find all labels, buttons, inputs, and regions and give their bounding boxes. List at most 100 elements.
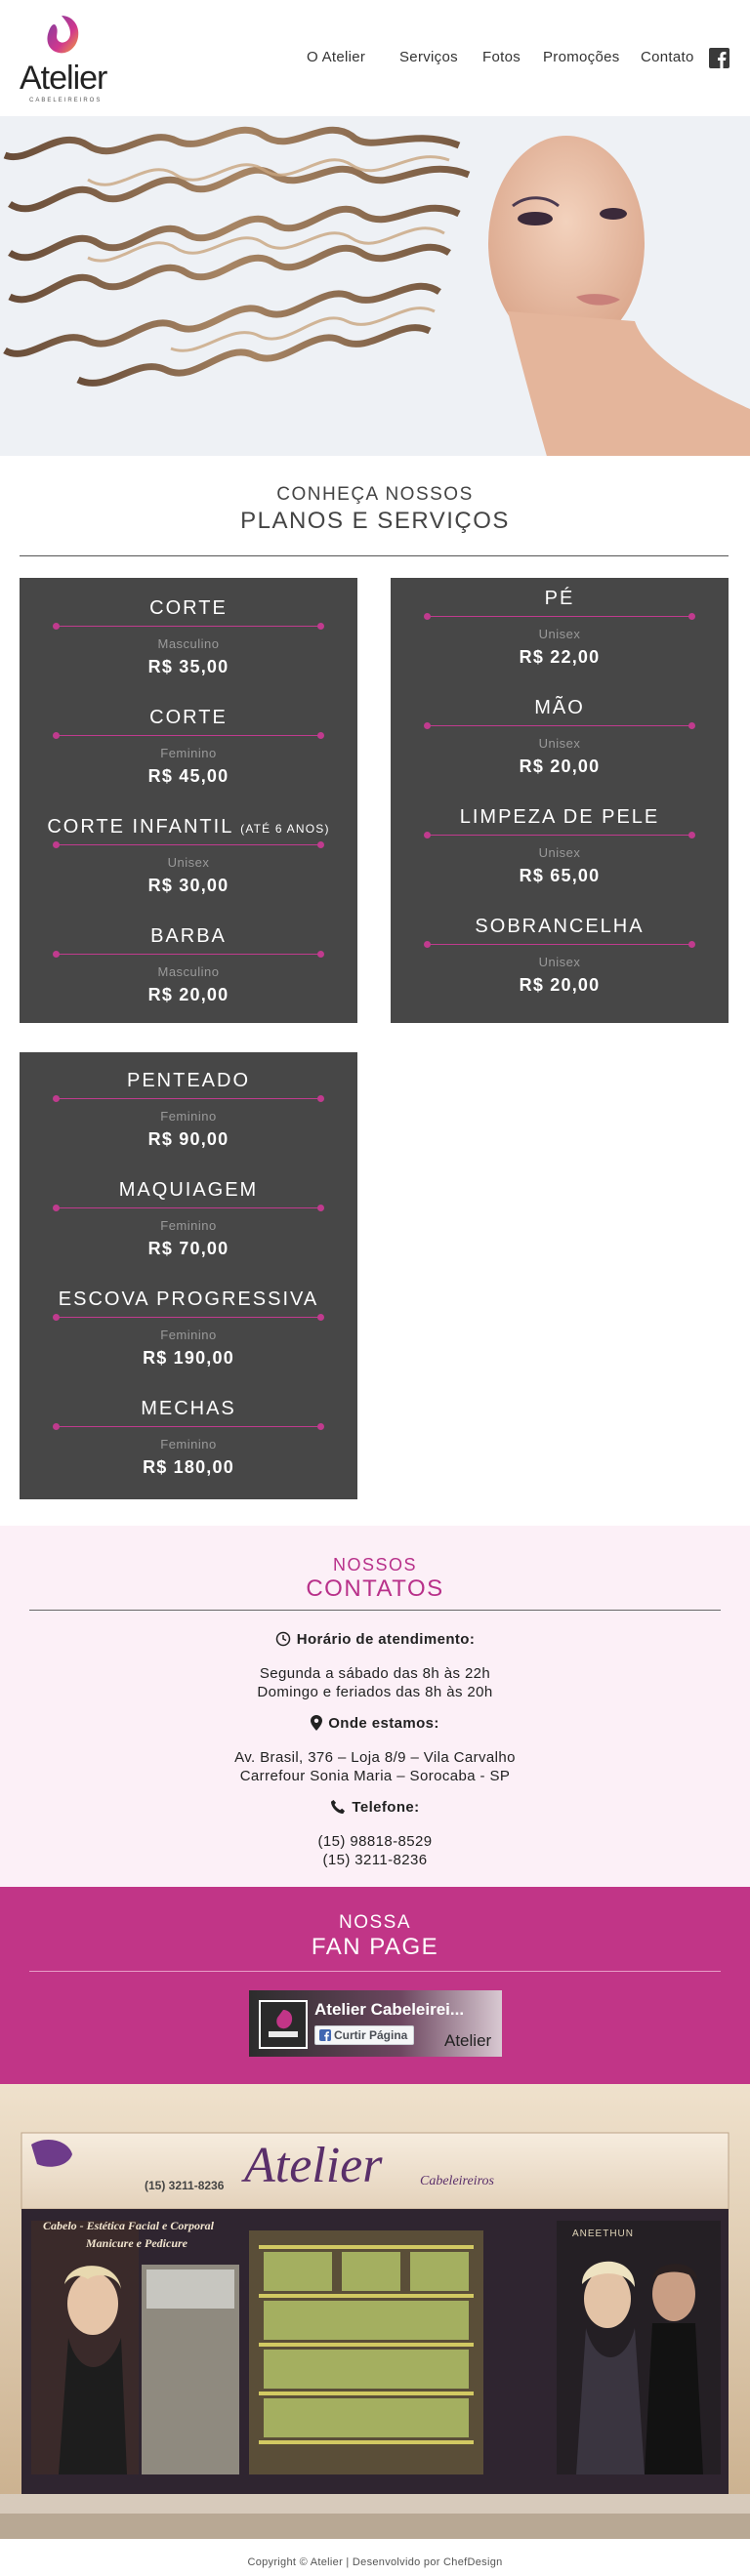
service-name: CORTE <box>149 597 228 619</box>
hours-line-2: Domingo e feriados das 8h às 20h <box>257 1684 493 1700</box>
service-name: BARBA <box>150 925 227 947</box>
service-item: SOBRANCELHA Unisex R$ 20,00 <box>391 916 729 996</box>
service-name: MÃO <box>534 697 585 718</box>
service-item: PENTEADO Feminino R$ 90,00 <box>20 1070 357 1150</box>
service-name: PENTEADO <box>126 1070 251 1091</box>
service-category: Unisex <box>538 955 581 969</box>
service-divider <box>53 1205 324 1211</box>
service-name: LIMPEZA DE PELE <box>459 806 660 828</box>
facebook-icon[interactable] <box>709 48 729 68</box>
phone-number-2[interactable]: (15) 3211-8236 <box>0 1852 750 1868</box>
hours-heading: Horário de atendimento: <box>0 1631 750 1648</box>
fanpage-section: NOSSA FAN PAGE Atelier Cabeleirei... Cur… <box>0 1887 750 2084</box>
phone-number-1[interactable]: (15) 98818-8529 <box>0 1833 750 1850</box>
contacts-divider <box>29 1610 721 1611</box>
service-price: R$ 90,00 <box>147 1129 229 1149</box>
service-divider <box>53 623 324 630</box>
services-kicker: CONHEÇA NOSSOS <box>276 484 474 505</box>
address-line-1: Av. Brasil, 376 – Loja 8/9 – Vila Carval… <box>234 1749 516 1766</box>
nav-contato[interactable]: Contato <box>641 49 694 65</box>
facebook-page-widget[interactable]: Atelier Cabeleirei... Curtir Página Atel… <box>249 1990 502 2057</box>
widget-cover-logo: Atelier <box>444 2031 492 2050</box>
hours-line-1: Segunda a sábado das 8h às 22h <box>259 1665 491 1682</box>
widget-page-avatar[interactable] <box>259 2000 308 2049</box>
phone-heading: Telefone: <box>0 1799 750 1816</box>
services-divider <box>20 555 729 556</box>
storefront-phone: (15) 3211-8236 <box>145 2179 225 2192</box>
service-price: R$ 22,00 <box>519 647 601 667</box>
service-price: R$ 30,00 <box>147 876 229 895</box>
service-name: ESCOVA PROGRESSIVA <box>58 1288 319 1310</box>
contacts-title: CONTATOS <box>306 1575 444 1602</box>
service-category: Unisex <box>538 845 581 860</box>
service-price: R$ 20,00 <box>519 756 601 776</box>
copyright-text: Copyright © Atelier | Desenvolvido por C… <box>247 2556 503 2568</box>
hero-image <box>0 116 750 456</box>
service-category: Unisex <box>538 627 581 641</box>
nav-promocoes[interactable]: Promoções <box>543 49 620 65</box>
widget-page-name[interactable]: Atelier Cabeleirei... <box>314 2000 464 2020</box>
address-label: Onde estamos: <box>328 1715 439 1732</box>
service-divider <box>53 841 324 848</box>
nav-fotos[interactable]: Fotos <box>482 49 521 65</box>
service-item: PÉ Unisex R$ 22,00 <box>391 588 729 668</box>
contacts-section: NOSSOS CONTATOS Horário de atendimento: … <box>0 1526 750 1887</box>
services-card-2: PÉ Unisex R$ 22,00 MÃO Unisex R$ 20,00 L… <box>391 578 729 1023</box>
service-divider <box>53 1095 324 1102</box>
service-category: Masculino <box>157 636 220 651</box>
service-divider <box>53 1423 324 1430</box>
service-price: R$ 35,00 <box>147 657 229 676</box>
hero-banner <box>0 116 750 456</box>
service-divider <box>53 1314 324 1321</box>
service-category: Feminino <box>160 746 217 760</box>
service-item: ESCOVA PROGRESSIVA Feminino R$ 190,00 <box>20 1288 357 1369</box>
like-button-label: Curtir Página <box>334 2028 408 2042</box>
service-name-note: (ATÉ 6 ANOS) <box>240 822 330 836</box>
service-name: PÉ <box>544 588 575 609</box>
phone-label: Telefone: <box>352 1799 420 1816</box>
storefront-tagline-1: Cabelo - Estética Facial e Corporal <box>43 2219 214 2232</box>
fanpage-heading: NOSSA FAN PAGE <box>0 1912 750 1961</box>
contacts-kicker: NOSSOS <box>332 1555 418 1574</box>
services-heading: CONHEÇA NOSSOS PLANOS E SERVIÇOS <box>0 484 750 535</box>
storefront-photo: Atelier Cabeleireiros (15) 3211-8236 Cab… <box>0 2084 750 2539</box>
service-category: Feminino <box>160 1218 217 1233</box>
services-card-3: PENTEADO Feminino R$ 90,00 MAQUIAGEM Fem… <box>20 1052 357 1499</box>
service-item: CORTE INFANTIL (ATÉ 6 ANOS) Unisex R$ 30… <box>20 816 357 896</box>
service-name: MECHAS <box>141 1398 236 1419</box>
clock-icon <box>275 1631 290 1647</box>
fanpage-title: FAN PAGE <box>311 1934 439 1960</box>
service-category: Feminino <box>160 1437 217 1452</box>
widget-avatar-logo-icon <box>269 2010 298 2037</box>
service-price: R$ 190,00 <box>143 1348 234 1368</box>
service-divider <box>424 613 695 620</box>
phone-icon <box>331 1800 346 1814</box>
nav-o-atelier[interactable]: O Atelier <box>307 49 365 65</box>
fanpage-kicker: NOSSA <box>338 1912 412 1933</box>
service-divider <box>53 732 324 739</box>
service-price: R$ 65,00 <box>519 866 601 885</box>
service-category: Unisex <box>167 855 210 870</box>
storefront-tagline-2: Manicure e Pedicure <box>86 2236 188 2250</box>
service-item: LIMPEZA DE PELE Unisex R$ 65,00 <box>391 806 729 886</box>
service-item: MECHAS Feminino R$ 180,00 <box>20 1398 357 1478</box>
service-name: SOBRANCELHA <box>475 916 645 937</box>
service-name-text: CORTE INFANTIL <box>47 816 233 838</box>
service-item: BARBA Masculino R$ 20,00 <box>20 925 357 1005</box>
like-page-button[interactable]: Curtir Página <box>314 2025 415 2045</box>
service-name: MAQUIAGEM <box>118 1179 259 1201</box>
service-price: R$ 70,00 <box>147 1239 229 1258</box>
service-item: CORTE Masculino R$ 35,00 <box>20 597 357 677</box>
logo-subtext: CABELEIREIROS <box>29 98 103 103</box>
service-category: Unisex <box>538 736 581 751</box>
main-nav: O Atelier Serviços Fotos Promoções Conta… <box>0 49 750 70</box>
service-divider <box>424 832 695 838</box>
service-divider <box>424 941 695 948</box>
map-pin-icon <box>311 1715 323 1731</box>
nav-servicos[interactable]: Serviços <box>399 49 458 65</box>
site-footer: Copyright © Atelier | Desenvolvido por C… <box>0 2539 750 2576</box>
service-name: CORTE INFANTIL (ATÉ 6 ANOS) <box>20 816 357 838</box>
service-price: R$ 20,00 <box>147 985 229 1004</box>
facebook-f-icon <box>319 2029 331 2041</box>
service-category: Feminino <box>160 1328 217 1342</box>
